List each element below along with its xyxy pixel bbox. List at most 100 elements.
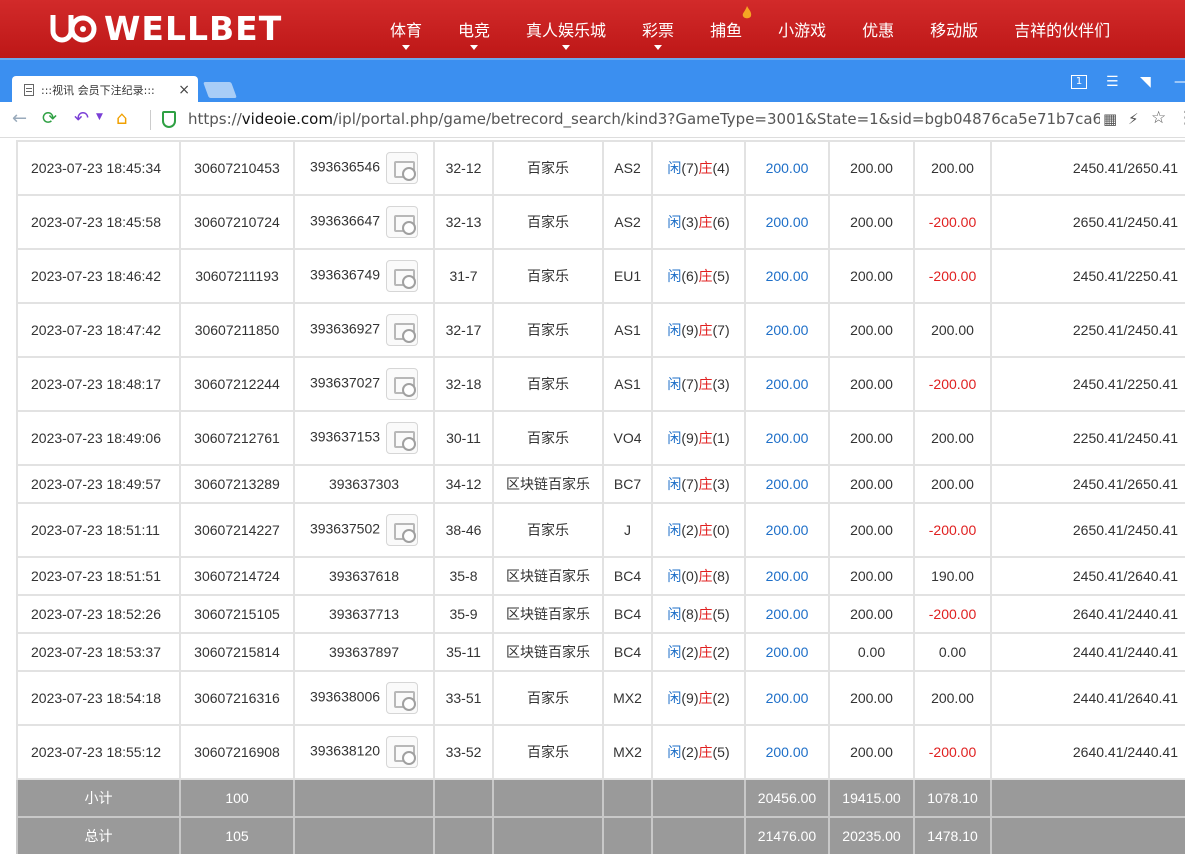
balance-cell: 2450.41/2650.41 xyxy=(990,140,1185,196)
game-type: 区块链百家乐 xyxy=(506,476,590,492)
lightning-icon[interactable]: ⚡ xyxy=(1128,110,1139,128)
nav-item[interactable]: 吉祥的伙伴们 xyxy=(996,0,1128,58)
order-number: 30607216316 xyxy=(194,690,280,706)
nav-item[interactable]: 小游戏 xyxy=(760,0,844,58)
balance-change: 2640.41/2440.41 xyxy=(1072,744,1178,760)
empty-cell xyxy=(433,816,494,854)
order-number-cell: 30607211850 xyxy=(179,302,295,358)
empty-cell xyxy=(602,778,653,818)
url-input[interactable]: https://videoie.com/ipl/portal.php/game/… xyxy=(188,110,1100,128)
reload-icon[interactable]: ⟳ xyxy=(42,108,57,129)
table-number: 31-7 xyxy=(449,268,478,284)
video-replay-icon[interactable] xyxy=(386,206,419,238)
nav-item[interactable]: 体育 xyxy=(372,0,440,58)
table-number-cell: 34-12 xyxy=(433,464,494,504)
dealer-code: AS1 xyxy=(614,376,641,392)
bet-amount: 200.00 xyxy=(765,214,809,230)
empty-cell xyxy=(651,778,746,818)
game-type: 区块链百家乐 xyxy=(506,568,590,584)
skin-icon[interactable]: ◥ xyxy=(1140,74,1151,90)
nav-item[interactable]: 捕鱼 xyxy=(692,0,760,58)
close-icon[interactable]: × xyxy=(178,82,190,98)
game-type-cell: 百家乐 xyxy=(492,410,604,466)
valid-bet-amount: 200.00 xyxy=(850,376,893,392)
order-number: 30607210453 xyxy=(194,160,280,176)
win-loss-amount: -200.00 xyxy=(928,376,977,392)
subtotal-bet: 20456.00 xyxy=(757,790,817,806)
video-replay-icon[interactable] xyxy=(386,736,419,768)
valid-bet-amount: 200.00 xyxy=(850,522,893,538)
result-cell: 闲(7)庄(4) xyxy=(651,140,746,196)
video-replay-icon[interactable] xyxy=(386,314,419,346)
nav-item-label: 优惠 xyxy=(862,21,895,40)
table-number-cell: 32-13 xyxy=(433,194,494,250)
round-number-cell: 393636546 xyxy=(293,140,435,196)
total-label-cell: 总计 xyxy=(16,816,181,854)
player-label: 闲 xyxy=(667,644,682,660)
order-number-cell: 30607214724 xyxy=(179,556,295,596)
valid-bet-amount: 200.00 xyxy=(850,744,893,760)
browser-tab[interactable]: :::视讯 会员下注纪录::: × xyxy=(12,76,198,104)
minimize-icon[interactable]: — xyxy=(1174,74,1185,90)
video-replay-icon[interactable] xyxy=(386,260,419,292)
bet-amount: 200.00 xyxy=(765,744,809,760)
banker-label: 庄 xyxy=(698,568,713,584)
bet-amount: 200.00 xyxy=(765,606,809,622)
qr-code-icon[interactable]: ▦ xyxy=(1103,110,1117,128)
bet-amount-cell: 200.00 xyxy=(744,632,830,672)
undo-icon[interactable]: ↶ xyxy=(74,108,89,129)
banker-score: (2) xyxy=(712,644,730,660)
nav-item[interactable]: 移动版 xyxy=(912,0,996,58)
valid-bet-cell: 200.00 xyxy=(828,502,915,558)
video-replay-icon[interactable] xyxy=(386,422,419,454)
nav-item[interactable]: 电竞 xyxy=(440,0,508,58)
round-number: 393637713 xyxy=(328,606,400,622)
order-number-cell: 30607216316 xyxy=(179,670,295,726)
bet-time-cell: 2023-07-23 18:49:06 xyxy=(16,410,181,466)
player-label: 闲 xyxy=(667,160,682,176)
nav-item[interactable]: 优惠 xyxy=(844,0,912,58)
bet-amount-cell: 200.00 xyxy=(744,464,830,504)
bet-time: 2023-07-23 18:55:12 xyxy=(31,744,161,760)
empty-cell xyxy=(602,816,653,854)
dealer-code: AS1 xyxy=(614,322,641,338)
window-number-icon[interactable]: 1 xyxy=(1071,75,1087,89)
wellbet-logo[interactable]: WELLBET xyxy=(50,8,282,48)
result-cell: 闲(0)庄(8) xyxy=(651,556,746,596)
total-valid: 20235.00 xyxy=(842,828,901,844)
nav-item[interactable]: 真人娱乐城 xyxy=(508,0,624,58)
empty-cell xyxy=(990,778,1185,818)
video-replay-icon[interactable] xyxy=(386,368,419,400)
nav-item[interactable]: 彩票 xyxy=(624,0,692,58)
banker-label: 庄 xyxy=(698,522,713,538)
bet-time-cell: 2023-07-23 18:51:11 xyxy=(16,502,181,558)
back-icon[interactable]: ← xyxy=(12,108,27,129)
video-replay-icon[interactable] xyxy=(386,682,419,714)
player-label: 闲 xyxy=(667,522,682,538)
order-number: 30607212761 xyxy=(194,430,280,446)
table-number-cell: 32-17 xyxy=(433,302,494,358)
more-icon[interactable]: ⋮ xyxy=(1177,108,1185,128)
video-replay-icon[interactable] xyxy=(386,152,419,184)
menu-icon[interactable]: ☰ xyxy=(1106,74,1119,90)
bookmark-star-icon[interactable]: ☆ xyxy=(1151,108,1166,128)
bet-time-cell: 2023-07-23 18:51:51 xyxy=(16,556,181,596)
table-row: 2023-07-23 18:51:51 30607214724 393637618 3… xyxy=(16,556,1185,596)
order-number: 30607216908 xyxy=(194,744,280,760)
shield-icon[interactable] xyxy=(162,111,176,128)
video-replay-icon[interactable] xyxy=(386,514,419,546)
balance-cell: 2450.41/2250.41 xyxy=(990,356,1185,412)
chevron-down-icon[interactable]: ▼ xyxy=(96,112,103,122)
table-row: 2023-07-23 18:48:17 30607212244 393637027 3… xyxy=(16,356,1185,412)
order-number-cell: 30607215105 xyxy=(179,594,295,634)
banker-score: (6) xyxy=(712,214,730,230)
valid-bet-amount: 200.00 xyxy=(850,690,893,706)
home-icon[interactable]: ⌂ xyxy=(116,108,127,129)
valid-bet-cell: 200.00 xyxy=(828,556,915,596)
table-number: 33-52 xyxy=(445,744,482,760)
bet-amount-cell: 200.00 xyxy=(744,248,830,304)
total-row: 总计 105 21476.00 20235.00 1478.10 xyxy=(16,816,1185,854)
win-loss-cell: 200.00 xyxy=(913,464,992,504)
new-tab-button[interactable] xyxy=(203,82,237,98)
table-number-cell: 35-11 xyxy=(433,632,494,672)
